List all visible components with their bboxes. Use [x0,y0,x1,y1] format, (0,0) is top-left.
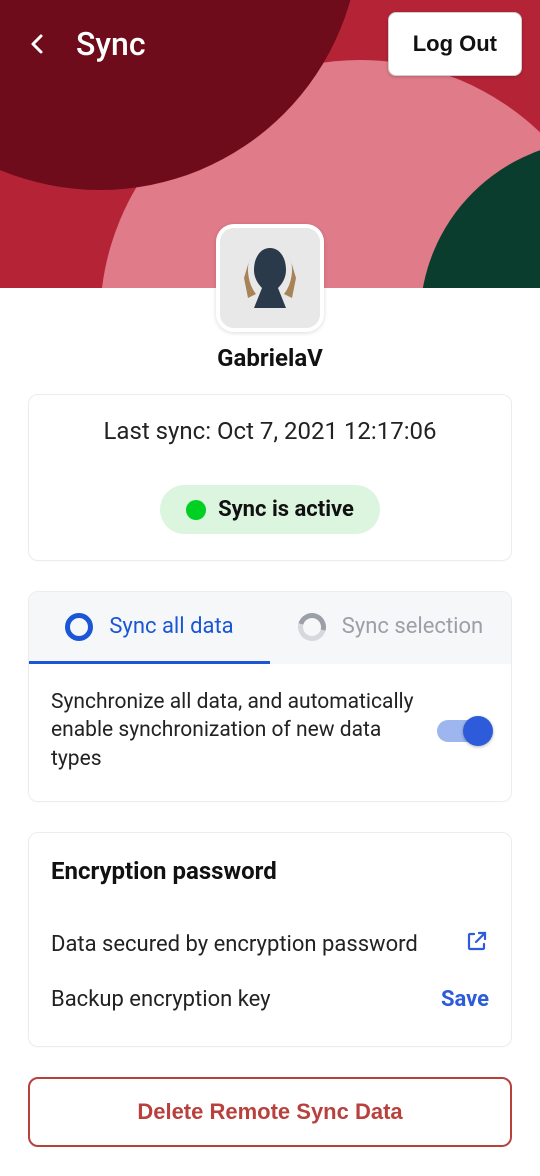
tab-sync-all[interactable]: Sync all data [29,592,270,664]
circle-full-icon [65,613,93,641]
sync-status-card: Last sync: Oct 7, 2021 12:17:06 Sync is … [28,394,512,561]
top-bar: Sync Log Out [0,0,540,88]
status-dot-icon [186,500,206,520]
sync-all-row: Synchronize all data, and automatically … [29,664,511,801]
chevron-left-icon [26,32,50,56]
tab-label: Sync all data [109,614,233,639]
tab-sync-selection[interactable]: Sync selection [270,592,511,664]
sync-mode-card: Sync all data Sync selection Synchronize… [28,591,512,802]
encryption-secured-label: Data secured by encryption password [51,932,418,957]
toggle-knob [463,716,493,746]
last-sync-label: Last sync: Oct 7, 2021 12:17:06 [47,417,493,445]
external-link-icon [465,929,489,959]
save-backup-button[interactable]: Save [441,987,489,1012]
profile-block: GabrielaV [216,224,324,372]
encryption-title: Encryption password [51,857,489,885]
avatar-image [220,228,320,328]
tab-label: Sync selection [342,614,483,639]
back-button[interactable] [18,24,58,64]
sync-active-badge: Sync is active [160,485,380,534]
sync-all-toggle[interactable] [437,720,489,742]
backup-key-label: Backup encryption key [51,987,271,1012]
avatar[interactable] [216,224,324,332]
circle-partial-icon [293,607,331,645]
encryption-card: Encryption password Data secured by encr… [28,832,512,1047]
username-label: GabrielaV [216,344,324,372]
sync-all-description: Synchronize all data, and automatically … [51,688,419,773]
backup-key-row: Backup encryption key Save [51,973,489,1026]
delete-remote-data-button[interactable]: Delete Remote Sync Data [28,1077,512,1147]
sync-mode-tabs: Sync all data Sync selection [29,592,511,664]
encryption-secured-row[interactable]: Data secured by encryption password [51,915,489,973]
logout-button[interactable]: Log Out [388,12,522,76]
sync-badge-text: Sync is active [218,497,354,522]
page-title: Sync [76,25,146,63]
